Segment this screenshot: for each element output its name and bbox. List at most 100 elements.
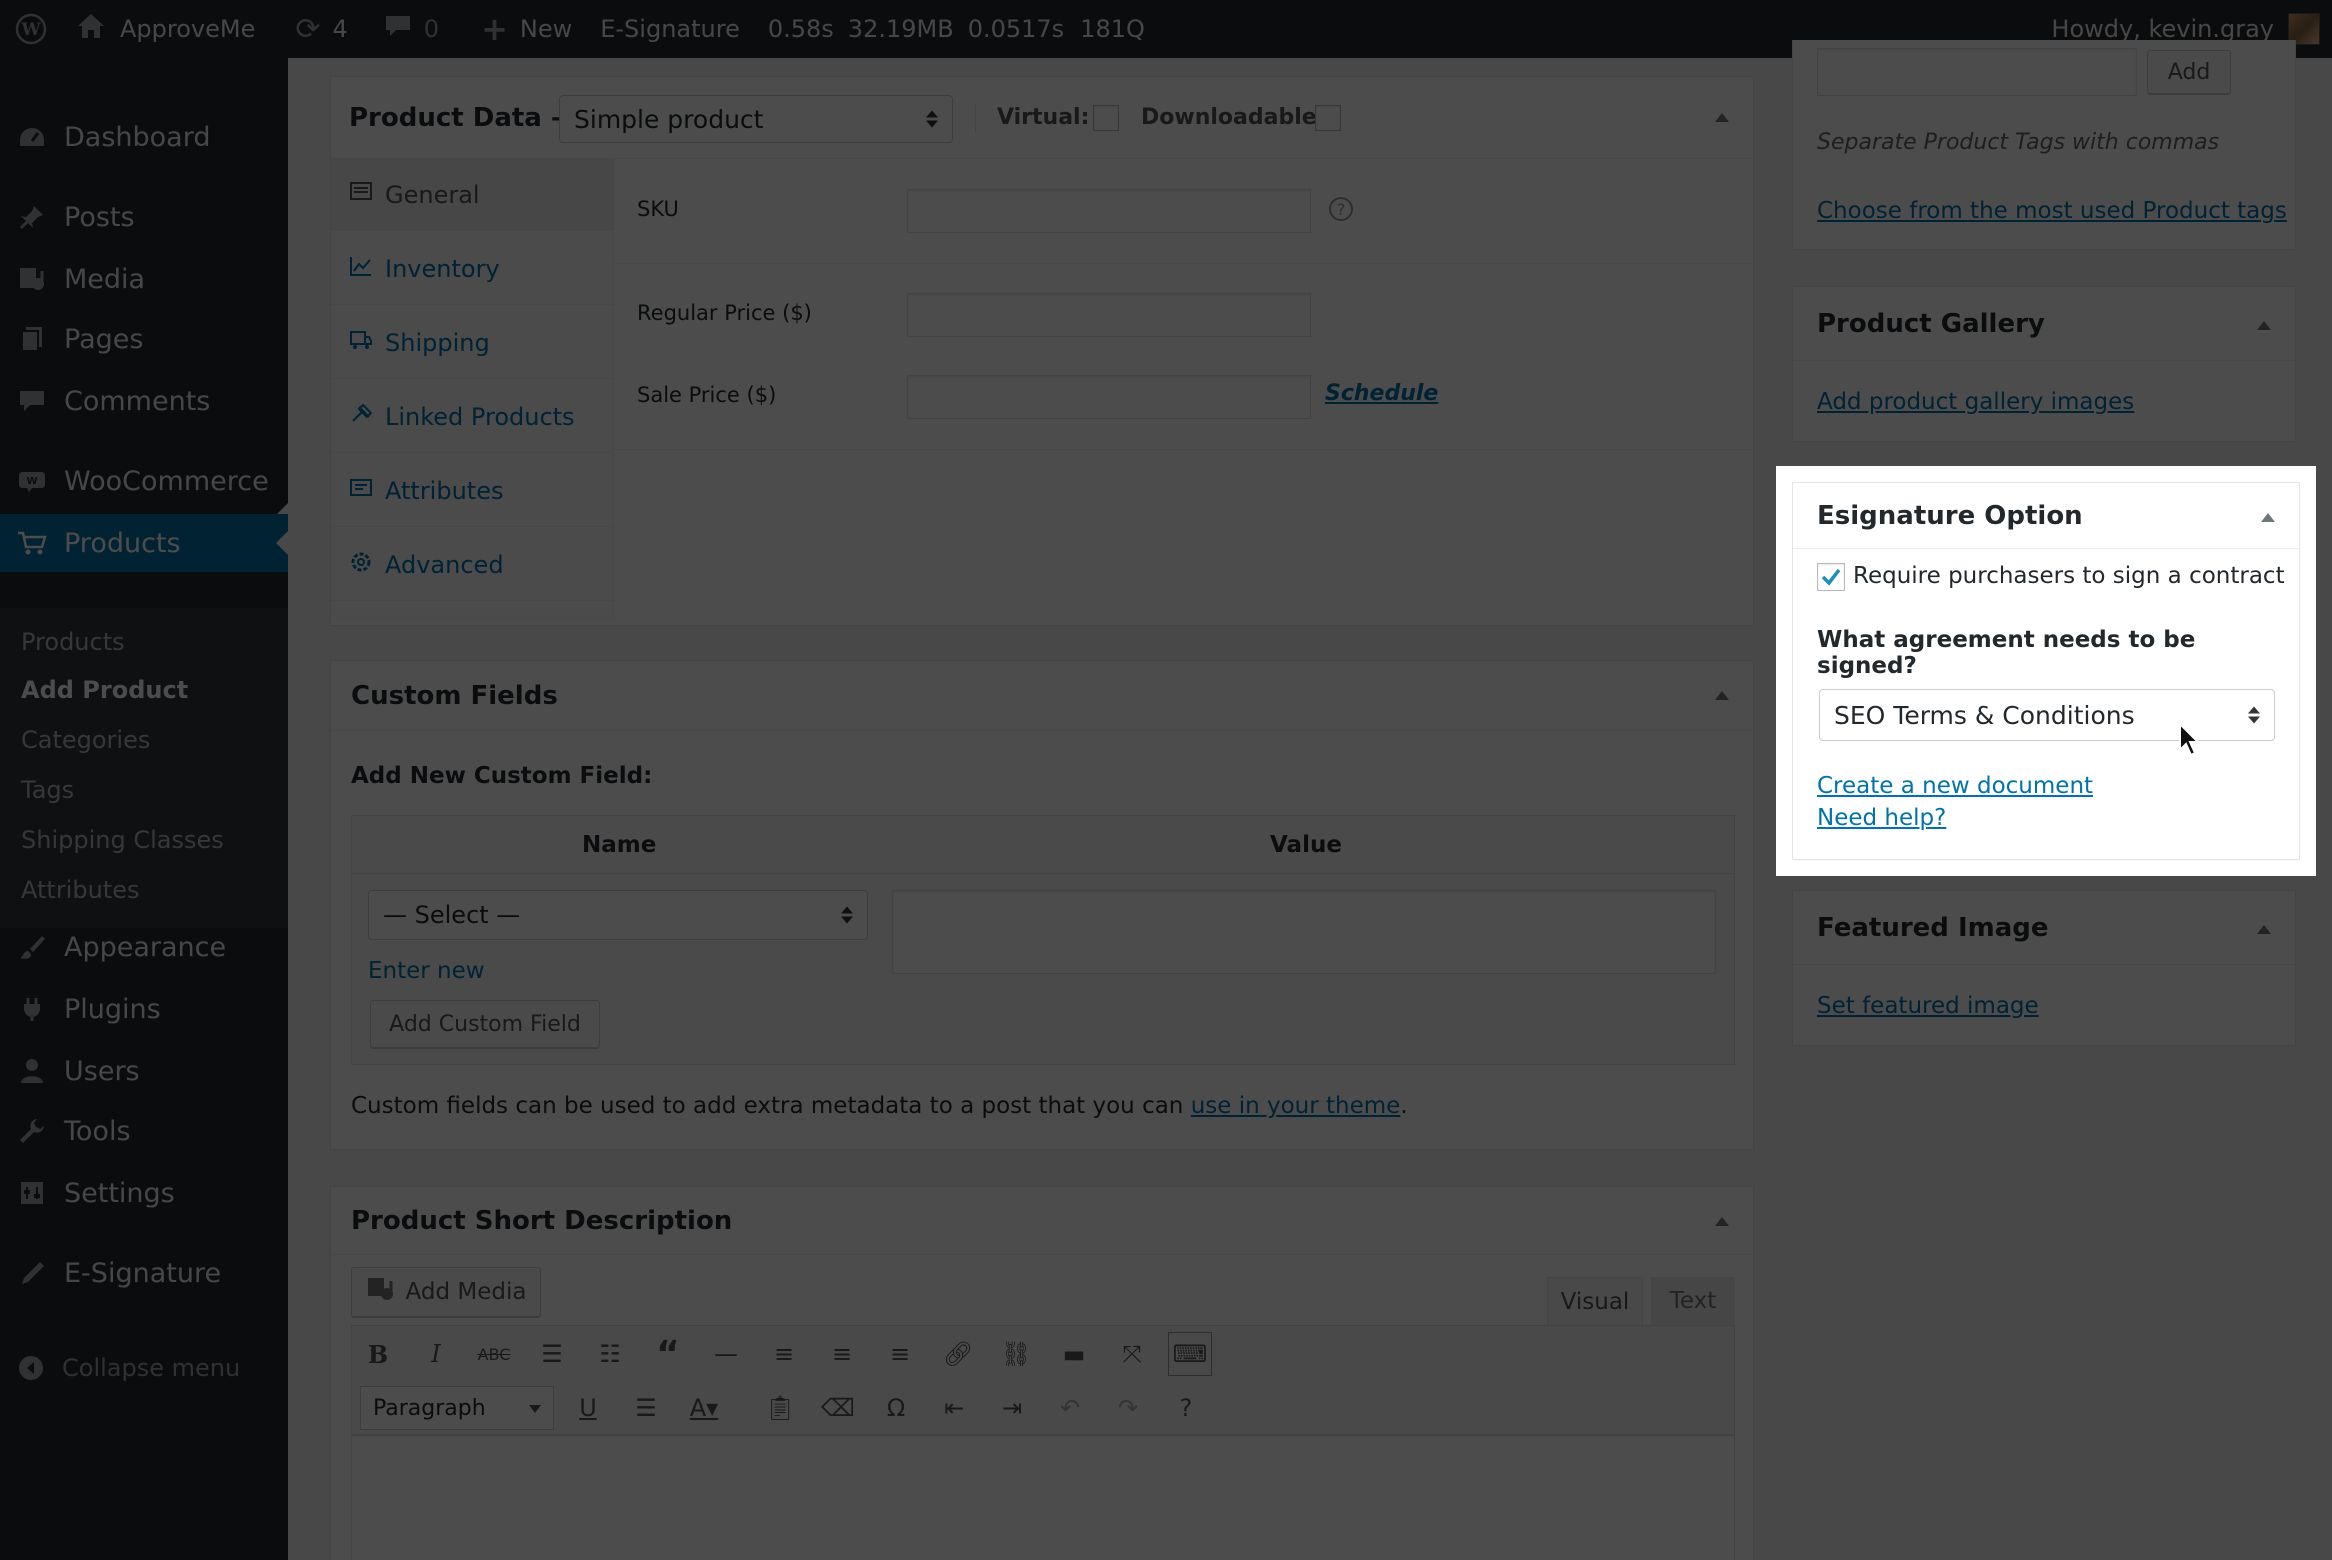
sale-price-input[interactable] [907,375,1311,419]
comment-bubble-icon [384,13,412,45]
need-help-link[interactable]: Need help? [1817,805,1946,831]
wordpress-logo-icon[interactable]: W [0,0,62,58]
agreement-select[interactable]: SEO Terms & Conditions [1819,689,2275,741]
schedule-link[interactable]: Schedule [1325,381,1438,406]
collapse-menu-button[interactable]: Collapse menu [0,1348,288,1388]
esignature-bar-link[interactable]: E-Signature [600,0,740,58]
menu-pages[interactable]: Pages [0,310,288,368]
horizontal-rule-icon[interactable]: — [704,1332,748,1376]
checkmark-icon [1821,568,1841,586]
tab-text[interactable]: Text [1651,1277,1735,1325]
editor-content-area[interactable] [351,1435,1735,1560]
add-custom-field-button[interactable]: Add Custom Field [370,1000,600,1048]
require-signature-checkbox[interactable] [1817,563,1845,591]
new-content-link[interactable]: + New [481,0,572,58]
downloadable-checkbox[interactable] [1315,105,1341,131]
menu-tools[interactable]: Tools [0,1102,288,1160]
inventory-icon [349,255,385,283]
bold-icon[interactable]: B [356,1332,400,1376]
tags-hint: Separate Product Tags with commas [1817,130,2220,155]
indent-icon[interactable]: ⇥ [990,1386,1034,1430]
add-tag-button[interactable]: Add [2147,50,2231,94]
comments-link[interactable]: 0 [384,0,439,58]
collapse-toggle-icon[interactable] [1715,691,1729,700]
tab-advanced[interactable]: Advanced [331,529,614,601]
menu-appearance[interactable]: Appearance [0,918,288,976]
fullscreen-icon[interactable]: ⤧ [1110,1332,1154,1376]
menu-plugins[interactable]: Plugins [0,980,288,1038]
enter-new-link[interactable]: Enter new [368,958,485,984]
submenu-shipping-classes[interactable]: Shipping Classes [21,826,224,854]
product-type-select[interactable]: Simple product [559,95,953,143]
align-center-icon[interactable]: ≡ [820,1332,864,1376]
add-gallery-images-link[interactable]: Add product gallery images [1817,389,2134,415]
collapse-toggle-icon[interactable] [2261,513,2275,522]
tab-general[interactable]: General [331,159,614,231]
submenu-attributes[interactable]: Attributes [21,876,139,904]
align-left-icon[interactable]: ≡ [762,1332,806,1376]
custom-field-value-textarea[interactable] [892,890,1716,974]
numbered-list-icon[interactable]: ☷ [588,1332,632,1376]
redo-icon[interactable]: ↷ [1106,1386,1150,1430]
special-character-icon[interactable]: Ω [874,1386,918,1430]
add-media-button[interactable]: Add Media [351,1267,541,1317]
outdent-icon[interactable]: ⇤ [932,1386,976,1430]
menu-esignature[interactable]: E-Signature [0,1244,288,1302]
tab-attributes[interactable]: Attributes [331,455,614,527]
menu-media[interactable]: Media [0,250,288,308]
updates-link[interactable]: ⟳ 4 [295,0,347,58]
menu-products[interactable]: Products [0,514,288,572]
blockquote-icon[interactable]: “ [646,1332,690,1376]
justify-icon[interactable]: ☰ [624,1386,668,1430]
require-signature-label: Require purchasers to sign a contract [1853,563,2285,589]
underline-icon[interactable]: U [566,1386,610,1430]
product-gallery-title: Product Gallery [1817,308,2045,339]
menu-comments[interactable]: Comments [0,372,288,430]
submenu-tags[interactable]: Tags [21,776,74,804]
collapse-toggle-icon[interactable] [2257,925,2271,934]
tab-visual[interactable]: Visual [1547,1277,1643,1325]
tab-inventory[interactable]: Inventory [331,233,614,305]
sku-input[interactable] [907,189,1311,233]
most-used-tags-link[interactable]: Choose from the most used Product tags [1817,198,2287,224]
format-select[interactable]: Paragraph [360,1386,554,1430]
collapse-toggle-icon[interactable] [2257,321,2271,330]
collapse-toggle-icon[interactable] [1715,113,1729,122]
tab-linked-products[interactable]: Linked Products [331,381,614,453]
help-tip-icon[interactable]: ? [1329,197,1353,221]
insert-link-icon[interactable]: 🔗︎ [936,1332,980,1376]
unlink-icon[interactable]: ⛓︎ [994,1332,1038,1376]
italic-icon[interactable]: I [414,1332,458,1376]
set-featured-image-link[interactable]: Set featured image [1817,993,2039,1019]
virtual-checkbox[interactable] [1093,105,1119,131]
menu-woocommerce[interactable]: W WooCommerce [0,452,288,510]
truck-icon [349,329,385,357]
create-document-link[interactable]: Create a new document [1817,773,2093,799]
paste-text-icon[interactable]: 📋︎ [758,1386,802,1430]
esignature-option-title: Esignature Option [1817,500,2083,531]
clear-formatting-icon[interactable]: ⌫ [816,1386,860,1430]
menu-users[interactable]: Users [0,1042,288,1100]
bullet-list-icon[interactable]: ☰ [530,1332,574,1376]
help-icon[interactable]: ? [1164,1386,1208,1430]
menu-dashboard[interactable]: Dashboard [0,108,288,166]
align-right-icon[interactable]: ≡ [878,1332,922,1376]
debug-stats[interactable]: 0.58s 32.19MB 0.0517s 181Q [768,0,1145,58]
regular-price-input[interactable] [907,293,1311,337]
menu-settings[interactable]: Settings [0,1164,288,1222]
strikethrough-icon[interactable]: ABC [472,1332,516,1376]
toolbar-toggle-icon[interactable]: ⌨ [1168,1332,1212,1376]
collapse-toggle-icon[interactable] [1715,1217,1729,1226]
undo-icon[interactable]: ↶ [1048,1386,1092,1430]
submenu-products[interactable]: Products [21,628,125,656]
use-in-theme-link[interactable]: use in your theme [1191,1093,1401,1119]
site-name-link[interactable]: ApproveMe [76,0,255,58]
menu-posts[interactable]: Posts [0,188,288,246]
submenu-categories[interactable]: Categories [21,726,150,754]
text-color-icon[interactable]: A▾ [682,1386,726,1430]
tag-input[interactable] [1817,48,2137,96]
submenu-add-product[interactable]: Add Product [21,676,188,704]
read-more-icon[interactable]: ▬ [1052,1332,1096,1376]
custom-field-name-select[interactable]: — Select — [368,890,868,940]
tab-shipping[interactable]: Shipping [331,307,614,379]
